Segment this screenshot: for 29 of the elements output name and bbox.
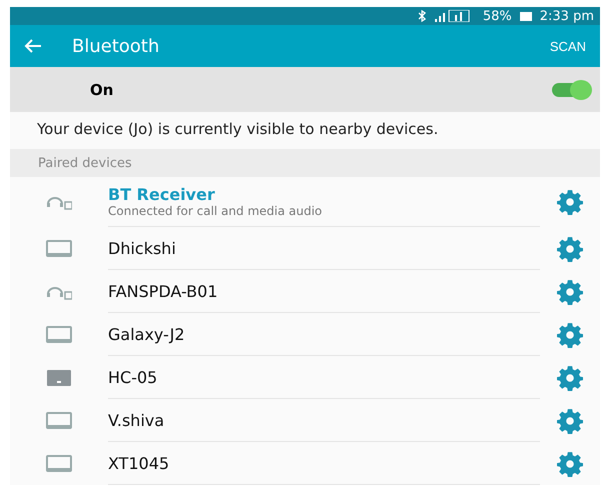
settings-icon[interactable] — [557, 278, 583, 304]
bluetooth-icon — [416, 10, 427, 22]
settings-icon[interactable] — [557, 450, 583, 476]
device-name[interactable]: V.shiva — [108, 410, 540, 430]
settings-icon[interactable] — [557, 189, 583, 215]
laptop-icon — [46, 412, 72, 430]
screen-title: Bluetooth — [72, 36, 160, 56]
device-name[interactable]: FANSPDA-B01 — [108, 282, 540, 300]
switch-label: On — [90, 80, 114, 98]
visibility-text: Your device (Jo) is currently visible to nearby devices. — [10, 112, 600, 149]
device-name[interactable]: HC-05 — [108, 368, 540, 386]
settings-icon[interactable] — [557, 364, 583, 390]
battery-level: 58% — [482, 8, 512, 24]
battery-icon — [520, 12, 532, 20]
section-header: Paired devices — [10, 149, 600, 177]
device-icon — [46, 368, 72, 386]
device-status: Connected for call and media audio — [108, 204, 324, 218]
laptop-icon — [46, 326, 72, 344]
device-name[interactable]: Dhickshi — [108, 238, 540, 258]
laptop-icon — [46, 454, 72, 472]
settings-icon[interactable] — [557, 322, 583, 348]
settings-icon[interactable] — [557, 408, 583, 434]
laptop-icon — [46, 240, 72, 258]
back-button[interactable] — [24, 39, 42, 53]
device-name[interactable]: Galaxy-J2 — [108, 324, 540, 344]
clock: 2:33 pm — [540, 8, 594, 24]
settings-icon[interactable] — [557, 236, 583, 262]
headset-icon — [46, 194, 72, 210]
device-name[interactable]: XT1045 — [108, 454, 540, 472]
